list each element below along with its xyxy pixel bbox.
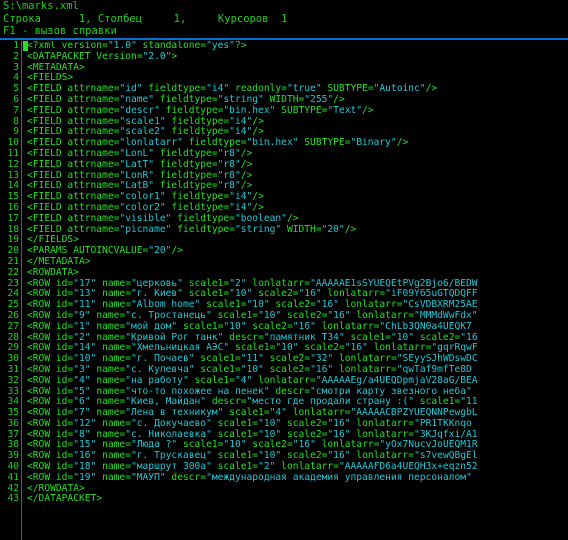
- line-number: 17: [7, 212, 19, 224]
- code-line[interactable]: 21 </METADATA>: [0, 256, 568, 268]
- line-number: 43: [7, 493, 19, 505]
- line-number: 7: [13, 104, 19, 116]
- status-separator: [0, 38, 568, 40]
- cursor-position: Строка 1, Столбец 1, Курсоров 1: [3, 12, 288, 25]
- status-bar: S:\marks.xml Строка 1, Столбец 1, Курсор…: [0, 0, 568, 38]
- code-line[interactable]: 43 </DATAPACKET>: [0, 494, 568, 505]
- code-line[interactable]: 3 <METADATA>: [0, 62, 568, 74]
- code-line[interactable]: 2 <DATAPACKET Version="2.0">: [0, 50, 568, 63]
- line-text: </DATAPACKET>: [27, 493, 103, 505]
- file-path: S:\marks.xml: [3, 0, 79, 12]
- code-line[interactable]: 18 <FIELD attrname="picname" fieldtype="s…: [0, 224, 568, 236]
- code-line[interactable]: 41 <ROW id="19" name="МАУП" descr="междун…: [0, 471, 568, 484]
- line-number: 22: [7, 266, 19, 278]
- line-text: <ROW id="19" name="МАУП" descr="междунар…: [27, 471, 472, 483]
- help-hint: F1 - вызов справки: [3, 25, 117, 37]
- text-editor[interactable]: 1 <?xml version="1.0" standalone="yes"?> 2…: [0, 41, 568, 540]
- line-number: 32: [7, 374, 19, 386]
- line-number: 2: [13, 50, 19, 62]
- line-number: 27: [7, 320, 19, 332]
- code-lines[interactable]: 1 <?xml version="1.0" standalone="yes"?> 2…: [0, 41, 568, 505]
- line-number: 12: [7, 158, 19, 170]
